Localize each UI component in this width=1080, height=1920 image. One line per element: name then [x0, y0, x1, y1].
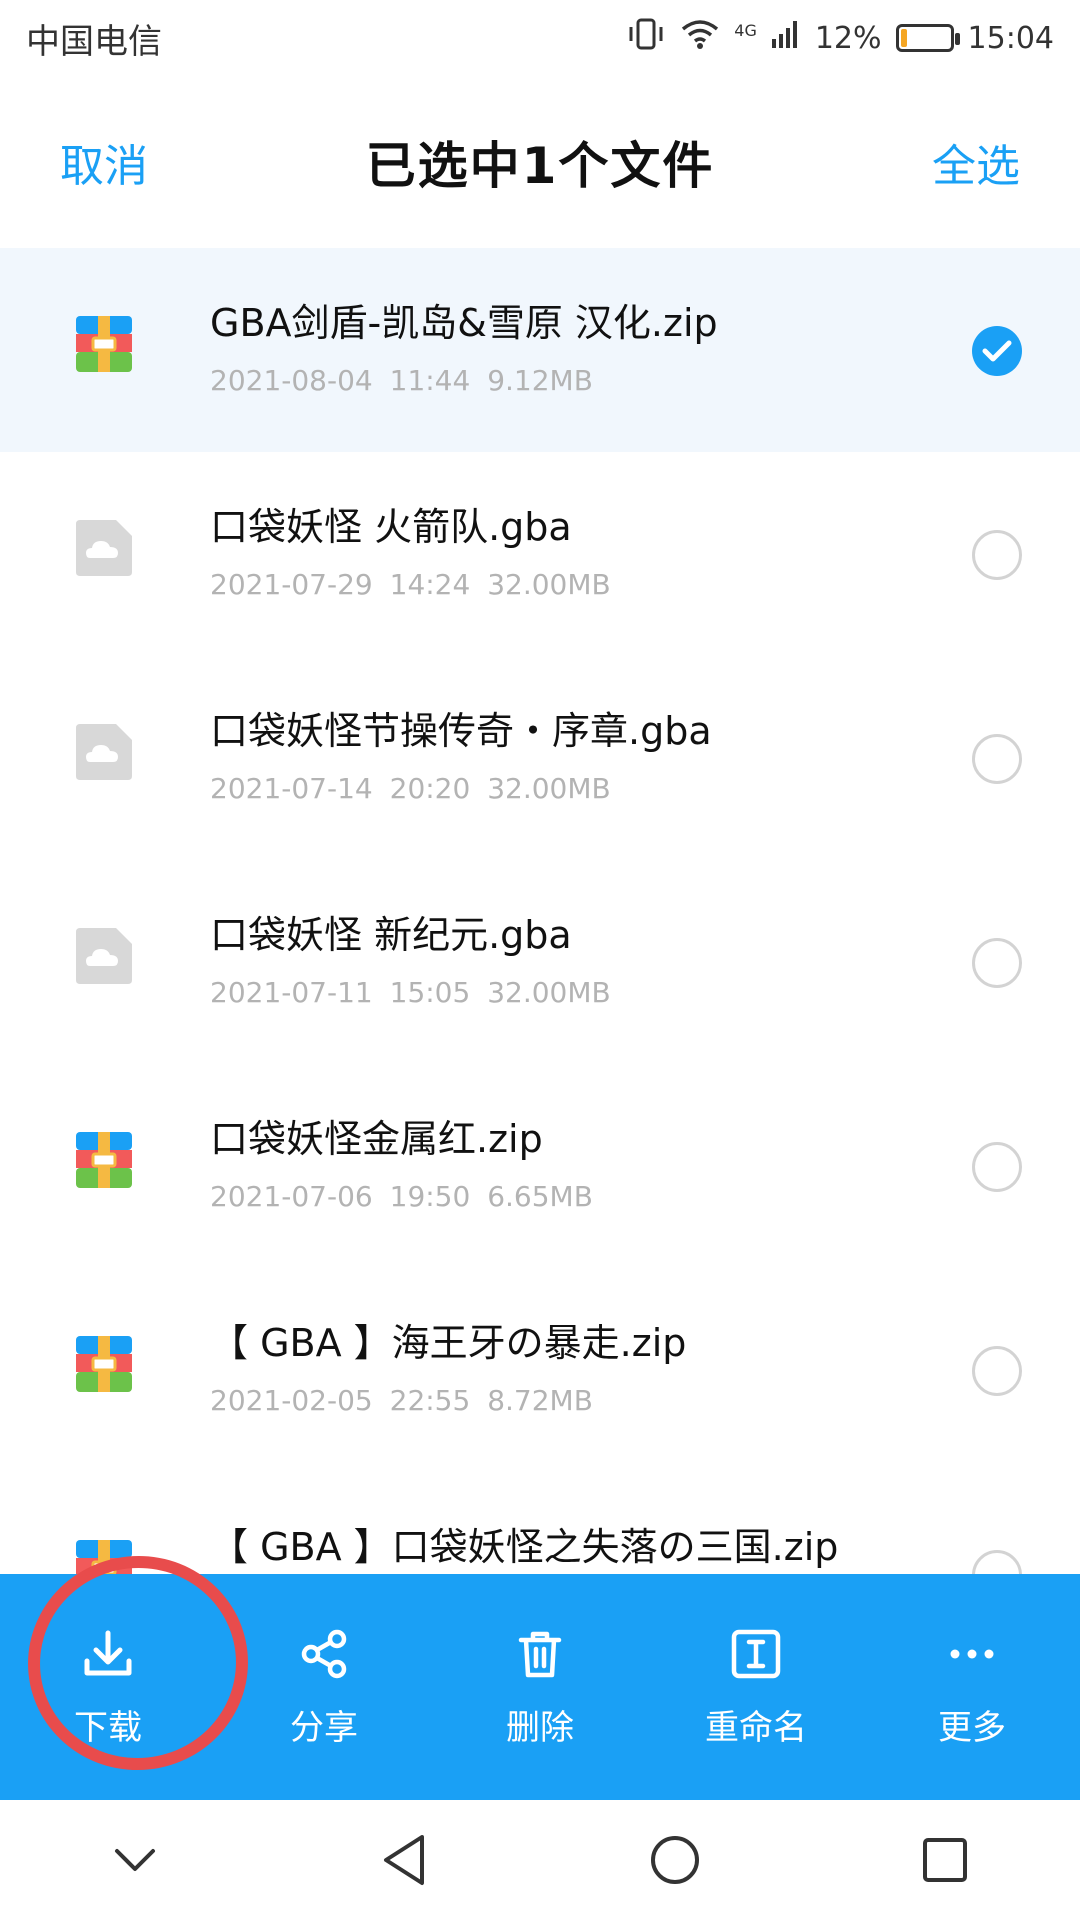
file-name: 口袋妖怪节操传奇・序章.gba [210, 709, 712, 753]
cloud-file-icon [76, 928, 132, 984]
cancel-button[interactable]: 取消 [60, 130, 148, 194]
cloud-file-icon [76, 520, 132, 576]
battery-percent: 12% [814, 20, 882, 56]
download-button[interactable]: 下载 [0, 1574, 216, 1800]
archive-file-icon [76, 1336, 132, 1392]
file-name: GBA剑盾-凯岛&雪原 汉化.zip [210, 301, 718, 345]
trash-icon [512, 1626, 568, 1682]
selection-header: 取消 已选中1个文件 全选 [0, 76, 1080, 248]
carrier-name: 中国电信 [26, 21, 162, 62]
file-meta: 2021-07-11 15:05 32.00MB [210, 976, 611, 1009]
file-meta: 2021-08-04 11:44 9.12MB [210, 364, 593, 397]
archive-file-icon [76, 1132, 132, 1188]
unchecked-checkbox[interactable] [972, 530, 1022, 580]
unchecked-checkbox[interactable] [972, 734, 1022, 784]
rename-icon [728, 1626, 784, 1682]
checkmark-icon [982, 340, 1012, 362]
archive-file-icon [76, 1540, 132, 1574]
battery-icon [895, 24, 960, 52]
download-label: 下载 [74, 1707, 142, 1748]
cloud-file-icon [76, 724, 132, 780]
more-icon [944, 1626, 1000, 1682]
action-bar: 下载 分享 删除 重命名 更多 [0, 1574, 1080, 1800]
archive-file-icon [76, 316, 132, 372]
share-label: 分享 [290, 1707, 358, 1748]
file-meta: 2021-07-29 14:24 32.00MB [210, 568, 611, 601]
file-row[interactable]: GBA剑盾-凯岛&雪原 汉化.zip 2021-08-04 11:44 9.12M… [0, 248, 1080, 452]
status-bar: 中国电信 4G 12% 15:04 [0, 0, 1080, 76]
signal-icon [771, 19, 801, 57]
network-type: 4G [734, 21, 757, 40]
download-icon [80, 1626, 136, 1682]
file-list[interactable]: GBA剑盾-凯岛&雪原 汉化.zip 2021-08-04 11:44 9.12M… [0, 248, 1080, 1574]
system-nav-bar [0, 1800, 1080, 1920]
home-icon[interactable] [635, 1820, 715, 1900]
more-label: 更多 [938, 1707, 1006, 1748]
back-icon[interactable] [365, 1820, 445, 1900]
share-button[interactable]: 分享 [216, 1574, 432, 1800]
delete-label: 删除 [506, 1707, 574, 1748]
page-title: 已选中1个文件 [365, 137, 715, 195]
unchecked-checkbox[interactable] [972, 1142, 1022, 1192]
file-meta: 2021-02-05 22:55 8.72MB [210, 1384, 593, 1417]
vibrate-icon [626, 17, 666, 59]
file-meta: 2021-07-06 19:50 6.65MB [210, 1180, 593, 1213]
delete-button[interactable]: 删除 [432, 1574, 648, 1800]
file-row[interactable]: 口袋妖怪金属红.zip 2021-07-06 19:50 6.65MB [0, 1064, 1080, 1268]
collapse-chevron-icon[interactable] [95, 1820, 175, 1900]
unchecked-checkbox[interactable] [972, 1550, 1022, 1574]
file-row[interactable]: 【 GBA 】口袋妖怪之失落の三国.zip [0, 1472, 1080, 1574]
battery-fill [900, 29, 907, 47]
select-all-button[interactable]: 全选 [932, 130, 1020, 194]
checked-checkbox[interactable] [972, 326, 1022, 376]
file-row[interactable]: 【 GBA 】海王牙の暴走.zip 2021-02-05 22:55 8.72MB [0, 1268, 1080, 1472]
unchecked-checkbox[interactable] [972, 938, 1022, 988]
file-name: 【 GBA 】口袋妖怪之失落の三国.zip [210, 1525, 839, 1569]
file-name: 口袋妖怪金属红.zip [210, 1117, 543, 1161]
rename-label: 重命名 [705, 1707, 807, 1748]
unchecked-checkbox[interactable] [972, 1346, 1022, 1396]
status-icons: 4G 12% 15:04 [626, 17, 1054, 59]
file-name: 口袋妖怪 火箭队.gba [210, 505, 572, 549]
recent-apps-icon[interactable] [905, 1820, 985, 1900]
file-row[interactable]: 口袋妖怪 新纪元.gba 2021-07-11 15:05 32.00MB [0, 860, 1080, 1064]
clock: 15:04 [967, 20, 1054, 56]
more-button[interactable]: 更多 [864, 1574, 1080, 1800]
file-row[interactable]: 口袋妖怪 火箭队.gba 2021-07-29 14:24 32.00MB [0, 452, 1080, 656]
rename-button[interactable]: 重命名 [648, 1574, 864, 1800]
file-name: 【 GBA 】海王牙の暴走.zip [210, 1321, 687, 1365]
file-name: 口袋妖怪 新纪元.gba [210, 913, 572, 957]
wifi-icon [680, 18, 720, 58]
share-icon [296, 1626, 352, 1682]
file-meta: 2021-07-14 20:20 32.00MB [210, 772, 611, 805]
file-row[interactable]: 口袋妖怪节操传奇・序章.gba 2021-07-14 20:20 32.00MB [0, 656, 1080, 860]
